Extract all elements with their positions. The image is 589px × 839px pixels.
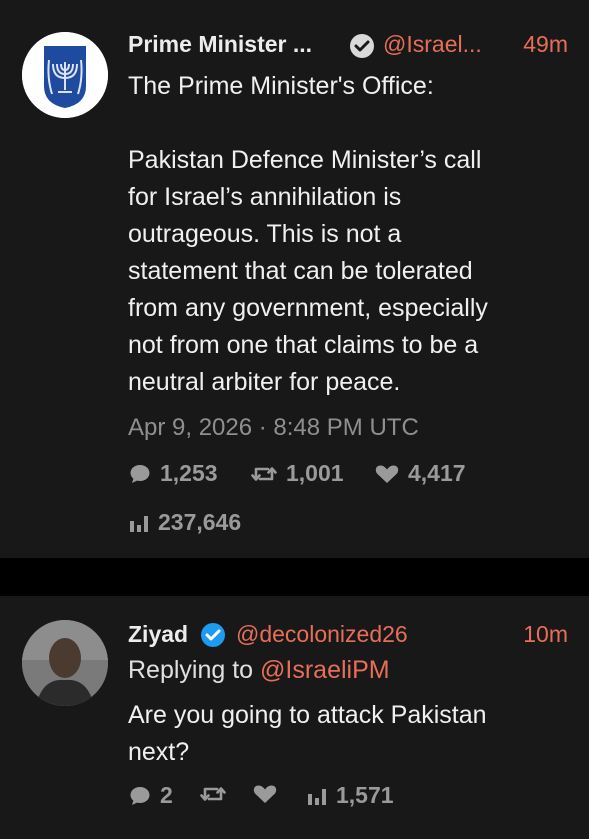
tweet-body-line: statement that can be tolerated <box>128 257 473 285</box>
replying-handle-link[interactable]: @IsraeliPM <box>260 656 390 684</box>
views-stat[interactable]: 237,646 <box>128 509 241 536</box>
view-count: 1,571 <box>336 782 394 808</box>
tweet-body-line: outrageous. This is not a <box>128 220 402 248</box>
post-date[interactable]: Apr 9, 2026 · 8:48 PM UTC <box>128 414 419 442</box>
heart-icon <box>375 465 399 483</box>
verified-badge-icon <box>201 623 225 647</box>
reply-count: 2 <box>160 782 173 808</box>
retweet-count: 1,001 <box>286 460 344 486</box>
reply-button[interactable]: 2 <box>128 782 173 809</box>
reply-bubble-icon <box>130 786 150 805</box>
tweet-body-line: Are you going to attack Pakistan <box>128 701 487 729</box>
tweet-body-line: for Israel’s annihilation is <box>128 183 402 211</box>
retweet-button[interactable] <box>199 782 235 806</box>
view-count: 237,646 <box>158 509 242 535</box>
tweet-card[interactable]: Prime Minister ... @Israel... 49m The Pr… <box>0 0 589 558</box>
tweet-body-line: Pakistan Defence Minister’s call <box>128 146 482 174</box>
like-button[interactable]: 4,417 <box>374 460 466 487</box>
author-handle[interactable]: @decolonized26 <box>236 621 408 648</box>
verified-badge-icon <box>350 34 374 58</box>
like-count: 4,417 <box>408 460 466 486</box>
author-name[interactable]: Prime Minister ... <box>128 31 312 58</box>
post-time[interactable]: 10m <box>523 621 568 648</box>
author-name[interactable]: Ziyad <box>128 621 188 648</box>
replying-to: Replying to @IsraeliPM <box>128 652 390 689</box>
tweet-body: Pakistan Defence Minister’s call for Isr… <box>128 142 488 401</box>
avatar[interactable] <box>22 32 108 118</box>
israel-emblem-icon <box>22 32 108 118</box>
tweet-body-line: not from one that claims to be a <box>128 331 479 359</box>
tweet-body-line: neutral arbiter for peace. <box>128 368 401 396</box>
retweet-icon <box>251 466 277 481</box>
retweet-icon <box>200 787 226 801</box>
tweet-intro: The Prime Minister's Office: <box>128 72 434 100</box>
post-time[interactable]: 49m <box>523 31 568 58</box>
views-chart-icon <box>308 788 326 805</box>
retweet-button[interactable]: 1,001 <box>250 460 344 487</box>
views-chart-icon <box>130 515 148 532</box>
avatar[interactable] <box>22 620 108 706</box>
author-handle[interactable]: @Israel... <box>383 31 482 58</box>
reply-count: 1,253 <box>160 460 218 486</box>
reply-button[interactable]: 1,253 <box>128 460 218 487</box>
reply-bubble-icon <box>130 464 150 483</box>
tweet-body-line: from any government, especially <box>128 294 488 322</box>
views-stat[interactable]: 1,571 <box>306 782 394 809</box>
heart-icon <box>253 785 277 803</box>
tweet-body: Are you going to attack Pakistan next? <box>128 697 487 771</box>
tweet-body-line: next? <box>128 738 190 766</box>
replying-prefix: Replying to <box>128 656 254 684</box>
like-button[interactable] <box>252 782 286 806</box>
user-photo-icon <box>22 620 108 706</box>
